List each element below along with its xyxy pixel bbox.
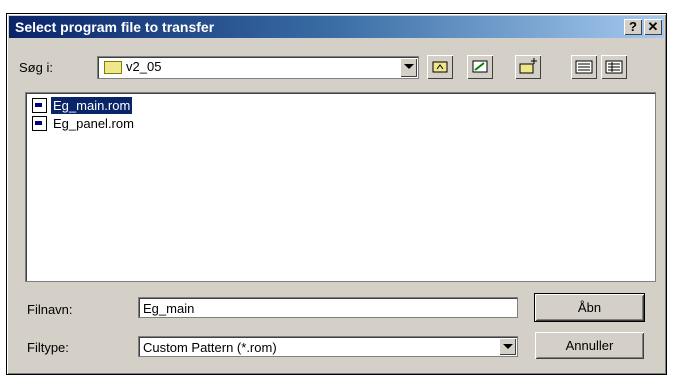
file-name: Eg_panel.rom: [53, 116, 134, 131]
filetype-value: Custom Pattern (*.rom): [143, 340, 277, 355]
new-folder-icon[interactable]: [515, 55, 541, 79]
help-button[interactable]: ?: [624, 19, 642, 35]
list-item[interactable]: Eg_main.rom: [32, 97, 133, 114]
up-folder-icon[interactable]: [427, 55, 453, 79]
file-list[interactable]: Eg_main.rom Eg_panel.rom: [25, 92, 656, 282]
lookin-dropdown[interactable]: v2_05: [97, 56, 419, 79]
list-item[interactable]: Eg_panel.rom: [32, 115, 136, 132]
folder-icon: [104, 61, 122, 74]
filetype-label: Filtype:: [27, 340, 69, 355]
file-name: Eg_main.rom: [51, 97, 133, 114]
cancel-button[interactable]: Annuller: [535, 332, 644, 359]
filename-input[interactable]: Eg_main: [138, 297, 518, 318]
file-dialog: Select program file to transfer ? ✕ Søg …: [6, 13, 667, 375]
details-view-icon[interactable]: [601, 55, 627, 79]
open-button[interactable]: Åbn: [534, 293, 645, 322]
lookin-label: Søg i:: [19, 60, 53, 75]
rom-file-icon: [32, 98, 47, 113]
desktop-icon[interactable]: [467, 55, 493, 79]
filetype-dropdown[interactable]: Custom Pattern (*.rom): [138, 336, 518, 357]
list-view-icon[interactable]: [571, 55, 597, 79]
close-button[interactable]: ✕: [644, 19, 662, 35]
chevron-down-icon[interactable]: [400, 58, 417, 77]
chevron-down-icon[interactable]: [499, 338, 516, 355]
rom-file-icon: [32, 116, 47, 131]
lookin-value: v2_05: [126, 59, 162, 74]
title-bar[interactable]: Select program file to transfer ? ✕: [9, 16, 664, 38]
filename-label: Filnavn:: [27, 302, 73, 317]
dialog-title: Select program file to transfer: [15, 19, 215, 35]
